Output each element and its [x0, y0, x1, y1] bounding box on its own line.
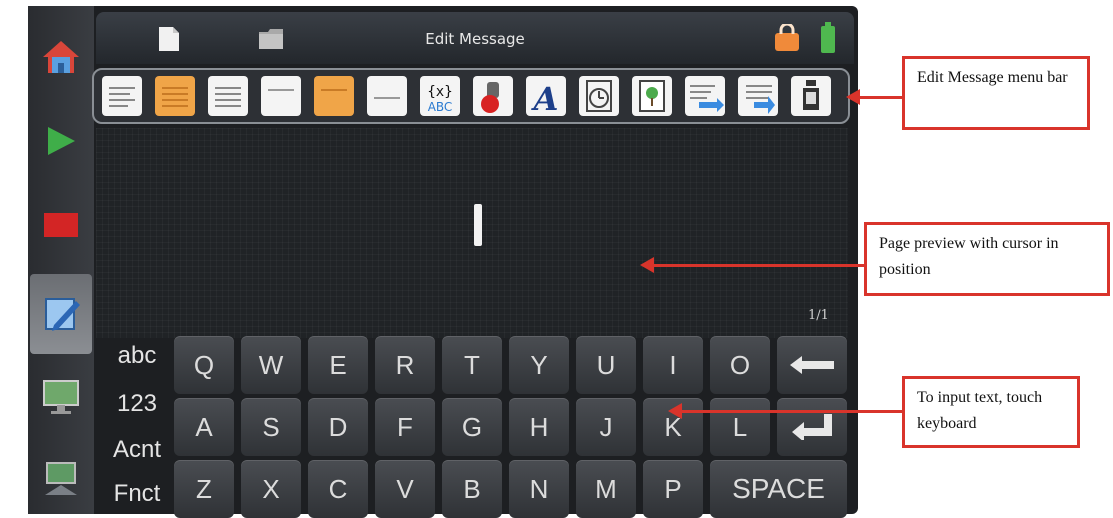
key-x[interactable]: X — [241, 460, 301, 518]
play-icon — [48, 127, 75, 155]
key-i[interactable]: I — [643, 336, 703, 394]
menu-bar-callout: Edit Message menu bar — [902, 56, 1090, 130]
key-m[interactable]: M — [576, 460, 636, 518]
edit-button[interactable] — [30, 274, 92, 354]
backspace-arrow-icon — [790, 356, 834, 374]
text-cursor — [474, 204, 482, 246]
key-s[interactable]: S — [241, 398, 301, 456]
key-e[interactable]: E — [308, 336, 368, 394]
stop-icon — [44, 213, 78, 237]
variable-icon[interactable]: {x} ABC — [420, 76, 460, 116]
backspace-key[interactable] — [777, 336, 847, 394]
text-lines-icon[interactable] — [208, 76, 248, 116]
edit-message-menu-bar: {x} ABC A — [92, 68, 850, 124]
font-icon[interactable]: A — [526, 76, 566, 118]
page-orange-icon[interactable] — [314, 76, 354, 116]
monitor-tools-icon — [43, 380, 79, 414]
key-f[interactable]: F — [375, 398, 435, 456]
svg-text:ABC: ABC — [428, 100, 453, 114]
preview-arrowhead — [640, 257, 654, 273]
enter-key[interactable] — [777, 398, 847, 456]
home-button[interactable] — [34, 30, 88, 84]
key-l[interactable]: L — [710, 398, 770, 456]
page-icon[interactable] — [261, 76, 301, 116]
keyboard-arrowhead — [668, 403, 682, 419]
key-v[interactable]: V — [375, 460, 435, 518]
page-preview[interactable] — [96, 128, 848, 338]
align-right-arrow-icon[interactable] — [738, 76, 778, 116]
key-b[interactable]: B — [442, 460, 502, 518]
mode-function-key[interactable]: Fnct — [104, 480, 170, 508]
align-left-arrow-icon[interactable] — [685, 76, 725, 116]
menu-bar-arrowhead — [846, 89, 860, 105]
edit-pencil-icon — [45, 298, 80, 331]
home-icon — [43, 41, 79, 73]
left-sidebar — [28, 6, 94, 514]
play-button[interactable] — [34, 114, 88, 168]
clock-icon[interactable] — [579, 76, 619, 116]
key-c[interactable]: C — [308, 460, 368, 518]
stamp-icon[interactable] — [473, 76, 513, 116]
mode-abc-key[interactable]: abc — [104, 342, 170, 370]
mode-123-key[interactable]: 123 — [104, 390, 170, 418]
network-icon — [45, 462, 77, 495]
mode-accent-key[interactable]: Acnt — [104, 436, 170, 464]
key-j[interactable]: J — [576, 398, 636, 456]
text-align-left-icon[interactable] — [102, 76, 142, 116]
image-icon[interactable] — [632, 76, 672, 116]
key-u[interactable]: U — [576, 336, 636, 394]
settings-monitor-button[interactable] — [34, 370, 88, 424]
svg-text:{x}: {x} — [427, 84, 452, 100]
enter-arrow-icon — [792, 414, 832, 440]
lock-icon[interactable] — [774, 24, 800, 52]
page-title: Edit Message — [425, 30, 525, 48]
key-r[interactable]: R — [375, 336, 435, 394]
page-indicator: 1/1 — [808, 308, 829, 323]
key-a[interactable]: A — [174, 398, 234, 456]
key-z[interactable]: Z — [174, 460, 234, 518]
menu-bar-arrow — [860, 96, 904, 99]
line-icon[interactable] — [367, 76, 407, 116]
key-t[interactable]: T — [442, 336, 502, 394]
svg-text:A: A — [531, 80, 559, 116]
key-y[interactable]: Y — [509, 336, 569, 394]
keyboard-callout: To input text, touch keyboard — [902, 376, 1080, 448]
key-g[interactable]: G — [442, 398, 502, 456]
key-w[interactable]: W — [241, 336, 301, 394]
key-d[interactable]: D — [308, 398, 368, 456]
battery-icon — [821, 22, 835, 53]
key-h[interactable]: H — [509, 398, 569, 456]
stop-button[interactable] — [34, 198, 88, 252]
keyboard-arrow — [682, 410, 904, 413]
preview-arrow — [654, 264, 866, 267]
key-n[interactable]: N — [509, 460, 569, 518]
title-bar: Edit Message — [96, 12, 854, 64]
bottle-icon[interactable] — [791, 76, 831, 116]
space-key[interactable]: SPACE — [710, 460, 847, 518]
key-q[interactable]: Q — [174, 336, 234, 394]
preview-callout: Page preview with cursor in position — [864, 222, 1110, 296]
network-button[interactable] — [34, 452, 88, 506]
text-block-orange-icon[interactable] — [155, 76, 195, 116]
key-p[interactable]: P — [643, 460, 703, 518]
key-o[interactable]: O — [710, 336, 770, 394]
